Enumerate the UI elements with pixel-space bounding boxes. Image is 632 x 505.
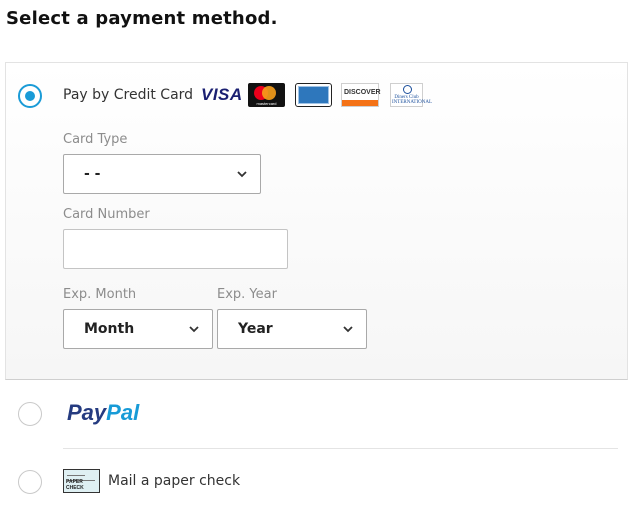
chevron-down-icon	[237, 171, 247, 178]
card-type-value: - -	[84, 166, 101, 182]
paper-check-radio[interactable]	[18, 470, 42, 494]
credit-card-label: Pay by Credit Card	[63, 87, 194, 103]
radio-dot	[25, 91, 35, 101]
visa-logo: VISA	[201, 85, 243, 104]
paper-check-icon: PAPER CHECK	[63, 469, 100, 493]
paper-check-label: Mail a paper check	[108, 473, 241, 489]
divider	[63, 448, 618, 449]
exp-month-select[interactable]: Month	[63, 309, 213, 349]
diners-club-logo: Diners Club INTERNATIONAL	[390, 83, 432, 107]
exp-year-select[interactable]: Year	[217, 309, 367, 349]
paypal-logo: PayPal	[67, 400, 140, 425]
discover-logo: DISCOVER	[341, 83, 381, 107]
credit-card-radio[interactable]	[18, 84, 42, 108]
paypal-radio[interactable]	[18, 402, 42, 426]
page-title: Select a payment method.	[6, 8, 278, 29]
mastercard-logo: mastercard	[248, 83, 285, 107]
exp-month-label: Exp. Month	[63, 287, 137, 302]
exp-year-label: Exp. Year	[217, 287, 277, 302]
chevron-down-icon	[189, 326, 199, 333]
card-type-select[interactable]: - -	[63, 154, 261, 194]
card-number-input[interactable]	[63, 229, 288, 269]
amex-logo	[295, 83, 332, 107]
exp-year-value: Year	[238, 321, 273, 337]
chevron-down-icon	[343, 326, 353, 333]
card-type-label: Card Type	[63, 132, 128, 147]
card-number-label: Card Number	[63, 207, 150, 222]
exp-month-value: Month	[84, 321, 135, 337]
